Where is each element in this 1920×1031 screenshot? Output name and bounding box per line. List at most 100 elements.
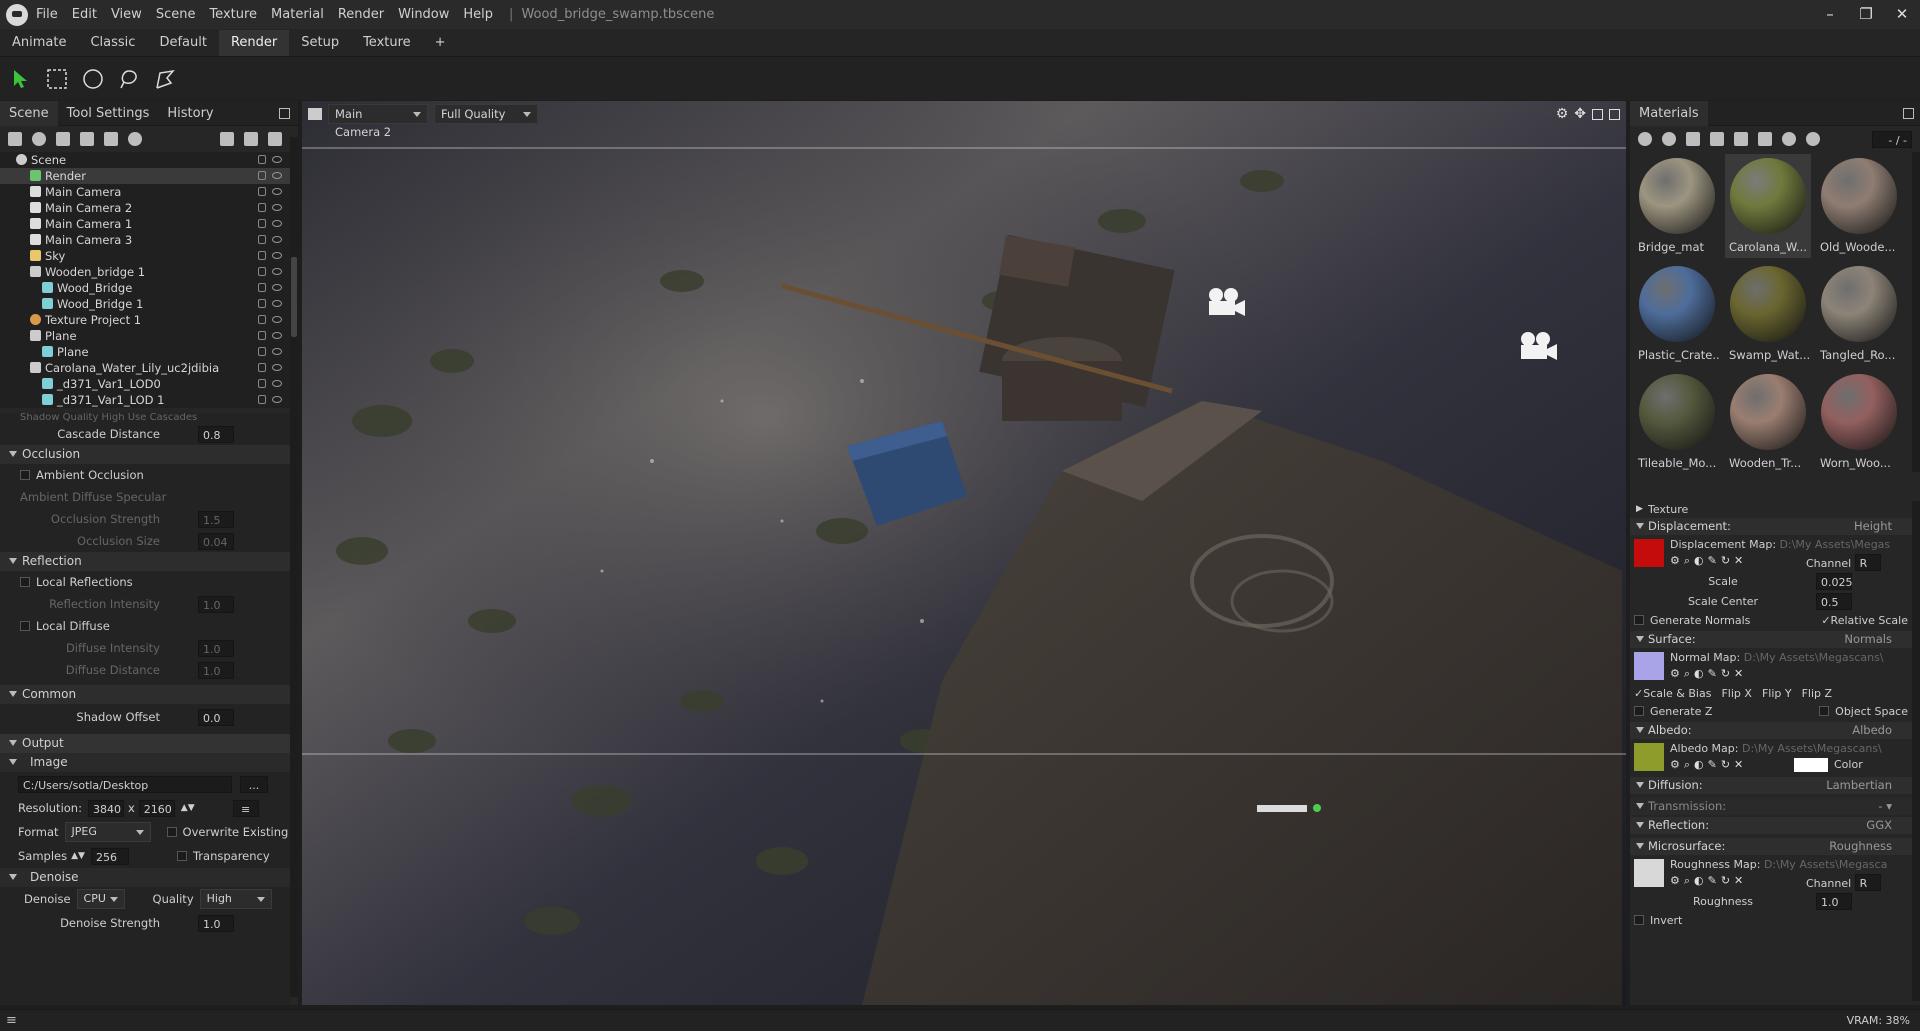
minimize-icon[interactable]: – <box>1812 0 1848 29</box>
tree-node-render[interactable]: Render <box>0 168 290 184</box>
add-light-icon[interactable] <box>32 132 46 146</box>
material-thumb[interactable]: Carolana_W... <box>1725 154 1811 258</box>
output-path-input[interactable]: C:/Users/sotla/Desktop <box>18 775 232 793</box>
surface-mode-dropdown[interactable]: Normals <box>1844 631 1892 648</box>
flip-x-checkbox[interactable]: Flip X <box>1721 687 1751 700</box>
material-thumb[interactable]: Worn_Woo... <box>1816 370 1902 474</box>
resolution-height-input[interactable]: 2160 <box>138 799 175 817</box>
lock-icon[interactable] <box>258 267 266 276</box>
material-thumb[interactable]: Plastic_Crate... <box>1634 262 1720 366</box>
lock-icon[interactable] <box>258 187 266 196</box>
lock-icon[interactable] <box>258 155 266 164</box>
roughness-map-swatch[interactable] <box>1634 859 1664 887</box>
flip-y-checkbox[interactable]: Flip Y <box>1762 687 1792 700</box>
close-icon[interactable]: ✕ <box>1884 0 1920 29</box>
ambient-occlusion-row[interactable]: Ambient Occlusion <box>0 464 290 486</box>
lock-icon[interactable] <box>258 395 266 404</box>
displacement-mode-dropdown[interactable]: Height <box>1854 518 1892 535</box>
texture-section[interactable]: ▶ Texture <box>1630 501 1912 518</box>
eye-icon[interactable] <box>272 236 282 243</box>
folder-icon[interactable] <box>1710 132 1724 146</box>
rect-select-icon[interactable] <box>44 66 70 92</box>
scrollbar-thumb[interactable] <box>291 257 297 337</box>
map-tool-icons[interactable]: ⚙⌕◐✎↻✕ <box>1670 874 1747 888</box>
local-diffuse-checkbox[interactable] <box>20 621 30 631</box>
albedo-map-swatch[interactable] <box>1634 743 1664 771</box>
eye-icon[interactable] <box>272 316 282 323</box>
menu-scene[interactable]: Scene <box>156 7 196 22</box>
tab-setup[interactable]: Setup <box>289 30 351 56</box>
displacement-scale-input[interactable]: 0.025 <box>1816 572 1853 590</box>
menu-view[interactable]: View <box>111 7 142 22</box>
albedo-color-swatch[interactable] <box>1794 758 1828 772</box>
tab-default[interactable]: Default <box>147 30 219 56</box>
camera-dropdown[interactable]: Main Camera 2 <box>328 104 428 139</box>
displacement-center-input[interactable]: 0.5 <box>1816 592 1852 610</box>
lock-icon[interactable] <box>258 171 266 180</box>
tree-node-sky[interactable]: Sky <box>0 248 290 264</box>
invert-checkbox[interactable] <box>1634 915 1644 925</box>
lock-icon[interactable] <box>258 363 266 372</box>
roughness-channel-dropdown[interactable]: R <box>1854 874 1881 891</box>
denoise-strength-input[interactable]: 1.0 <box>198 914 234 932</box>
add-camera-icon[interactable] <box>56 132 70 146</box>
menu-file[interactable]: File <box>36 7 58 22</box>
add-material-icon[interactable] <box>1638 132 1652 146</box>
maximize-icon[interactable]: ❐ <box>1848 0 1884 29</box>
reflection-header[interactable]: Reflection: GGX <box>1630 817 1912 834</box>
duplicate-material-icon[interactable] <box>1662 132 1676 146</box>
delete-icon[interactable] <box>268 132 282 146</box>
console-icon[interactable]: ≡ <box>6 1013 17 1028</box>
tree-node-lod0[interactable]: _d371_Var1_LOD0 <box>0 376 290 392</box>
transmission-mode-dropdown[interactable]: - ▾ <box>1878 798 1892 815</box>
overwrite-checkbox[interactable] <box>166 827 177 837</box>
eye-icon[interactable] <box>272 284 282 291</box>
eye-icon[interactable] <box>272 204 282 211</box>
material-grid-scrollbar[interactable] <box>1912 152 1920 472</box>
resolution-presets-button[interactable]: ≡ <box>232 799 259 817</box>
lock-icon[interactable] <box>258 283 266 292</box>
add-group-icon[interactable] <box>80 132 94 146</box>
transparency-checkbox[interactable] <box>176 851 187 861</box>
eye-icon[interactable] <box>272 252 282 259</box>
eye-icon[interactable] <box>272 332 282 339</box>
diffusion-header[interactable]: Diffusion: Lambertian <box>1630 777 1912 794</box>
tab-add[interactable]: + <box>423 30 458 56</box>
map-tool-icons[interactable]: ⚙⌕◐✎↻✕ <box>1670 667 1747 681</box>
samples-input[interactable]: 256 <box>90 847 129 865</box>
output-section[interactable]: Output <box>0 734 290 753</box>
denoise-section[interactable]: Denoise <box>0 868 290 887</box>
tree-node-main-camera-2[interactable]: Main Camera 2 <box>0 200 290 216</box>
undock-icon[interactable] <box>1903 107 1914 119</box>
flip-z-checkbox[interactable]: Flip Z <box>1802 687 1832 700</box>
tab-render[interactable]: Render <box>218 29 290 56</box>
occlusion-section[interactable]: Occlusion <box>0 445 290 464</box>
tree-node-plane-mesh[interactable]: Plane <box>0 344 290 360</box>
lock-icon[interactable] <box>258 203 266 212</box>
tree-node-lod1[interactable]: _d371_Var1_LOD 1 <box>0 392 290 408</box>
add-shadow-catcher-icon[interactable] <box>104 132 118 146</box>
properties-scrollbar[interactable] <box>1912 501 1920 1001</box>
eye-icon[interactable] <box>272 172 282 179</box>
eye-icon[interactable] <box>272 348 282 355</box>
frame-icon[interactable] <box>1592 108 1603 120</box>
ambient-occlusion-checkbox[interactable] <box>20 470 30 480</box>
tab-animate[interactable]: Animate <box>0 30 78 56</box>
material-thumb[interactable]: Wooden_Tr... <box>1725 370 1811 474</box>
map-tool-icons[interactable]: ⚙⌕◐✎↻✕ <box>1670 554 1747 568</box>
material-thumb[interactable]: Old_Woode... <box>1816 154 1902 258</box>
lock-icon[interactable] <box>258 299 266 308</box>
material-thumb[interactable]: Swamp_Wat... <box>1725 262 1811 366</box>
eye-icon[interactable] <box>272 220 282 227</box>
denoise-dropdown[interactable]: CPU <box>76 889 125 909</box>
material-thumb[interactable]: Tangled_Ro... <box>1816 262 1902 366</box>
eye-icon[interactable] <box>272 396 282 403</box>
select-arrow-icon[interactable] <box>8 66 34 92</box>
local-reflections-row[interactable]: Local Reflections <box>0 571 290 593</box>
pick-material-icon[interactable] <box>1758 132 1772 146</box>
generate-normals-checkbox[interactable] <box>1634 615 1644 625</box>
local-reflections-checkbox[interactable] <box>20 577 30 587</box>
generate-z-checkbox[interactable] <box>1634 706 1644 716</box>
delete-icon[interactable] <box>1734 132 1748 146</box>
map-tool-icons[interactable]: ⚙⌕◐✎↻✕ <box>1670 758 1747 772</box>
